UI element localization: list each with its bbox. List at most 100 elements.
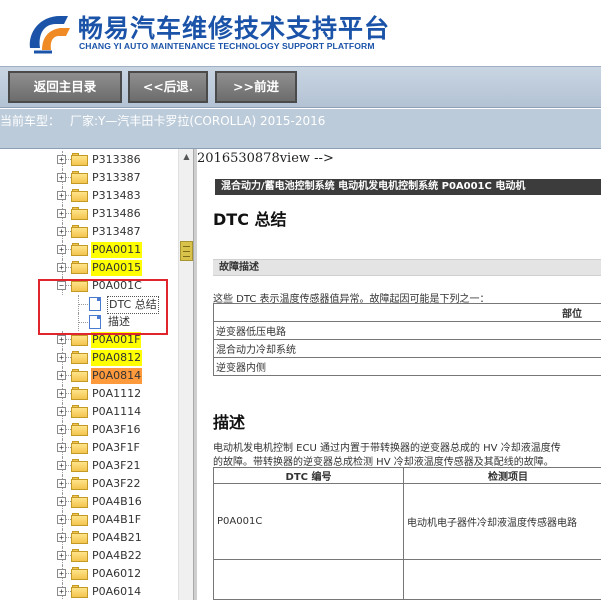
folder-icon	[71, 441, 88, 454]
folder-icon	[71, 531, 88, 544]
expand-icon[interactable]: +	[57, 569, 66, 578]
dtc-tree: + P313386 + P313387 + P313483 + P313486 + P313487…	[0, 149, 178, 600]
tree-item-label[interactable]: P0A3F21	[91, 458, 141, 474]
table-cell	[403, 559, 601, 600]
tree-item[interactable]: + P0A4B1F	[0, 511, 178, 529]
tree-item[interactable]: + P0A1114	[0, 403, 178, 421]
tree-item-label[interactable]: P0A4B1F	[91, 512, 142, 528]
expand-icon[interactable]: +	[57, 479, 66, 488]
tree-item-label[interactable]: P0A3F16	[91, 422, 141, 438]
table-header: 部位	[213, 303, 601, 322]
tree-item-label[interactable]: P0A6014	[91, 584, 142, 600]
dtc-summary-heading: DTC 总结	[213, 210, 287, 229]
tree-item[interactable]: + P0A6014	[0, 583, 178, 600]
page-comment: 2016530878view -->	[197, 151, 334, 166]
folder-icon	[71, 387, 88, 400]
tree-item-label[interactable]: P313483	[91, 188, 142, 204]
tree-item[interactable]: + P313483	[0, 187, 178, 205]
tree-item[interactable]: + P0A3F1F	[0, 439, 178, 457]
table-cell: 逆变器内侧	[213, 357, 601, 376]
back-button[interactable]: <<后退.	[128, 71, 208, 103]
expand-icon[interactable]: +	[57, 389, 66, 398]
scroll-up-icon[interactable]: ▲	[179, 149, 194, 164]
expand-icon[interactable]: +	[57, 209, 66, 218]
expand-icon[interactable]: +	[57, 227, 66, 236]
home-button[interactable]: 返回主目录	[8, 71, 122, 103]
expand-icon[interactable]: +	[57, 173, 66, 182]
table-header: 检测项目	[403, 467, 601, 484]
tree-item-label[interactable]: P0A0015	[91, 260, 143, 276]
tree-item-label[interactable]: P0A6012	[91, 566, 142, 582]
folder-icon	[71, 351, 88, 364]
tree-item[interactable]: + P313486	[0, 205, 178, 223]
expand-icon[interactable]: +	[57, 425, 66, 434]
tree-item[interactable]: + P0A0015	[0, 259, 178, 277]
expand-icon[interactable]: +	[57, 353, 66, 362]
tree-item-label[interactable]: P0A4B22	[91, 548, 143, 564]
tree-item[interactable]: + P313387	[0, 169, 178, 187]
folder-icon	[71, 369, 88, 382]
tree-item-label[interactable]: P0A1114	[91, 404, 142, 420]
tree-item-label[interactable]: P0A3F22	[91, 476, 141, 492]
expand-icon[interactable]: +	[57, 263, 66, 272]
folder-icon	[71, 423, 88, 436]
tree-item-label[interactable]: P313487	[91, 224, 142, 240]
expand-icon[interactable]: +	[57, 407, 66, 416]
table-cell: 逆变器低压电路	[213, 321, 601, 340]
expand-icon[interactable]: +	[57, 443, 66, 452]
tree-item-label[interactable]: P0A3F1F	[91, 440, 141, 456]
tree-item[interactable]: + P0A3F22	[0, 475, 178, 493]
expand-icon[interactable]: +	[57, 371, 66, 380]
tree-item[interactable]: + P0A6012	[0, 565, 178, 583]
tree-item[interactable]: + P313487	[0, 223, 178, 241]
fault-description-bar: 故障描述	[213, 259, 601, 276]
tree-item-label[interactable]: P0A4B21	[91, 530, 143, 546]
folder-icon	[71, 243, 88, 256]
expand-icon[interactable]: +	[57, 461, 66, 470]
tree-item[interactable]: + P0A0011	[0, 241, 178, 259]
scroll-thumb[interactable]	[180, 241, 193, 261]
forward-button[interactable]: >>前进	[215, 71, 297, 103]
folder-icon	[71, 261, 88, 274]
tree-item[interactable]: + P0A4B21	[0, 529, 178, 547]
expand-icon[interactable]: +	[57, 245, 66, 254]
expand-icon[interactable]: +	[57, 551, 66, 560]
expand-icon[interactable]: +	[57, 533, 66, 542]
expand-icon[interactable]: +	[57, 191, 66, 200]
folder-icon	[71, 225, 88, 238]
tree-item[interactable]: + P313386	[0, 151, 178, 169]
selection-highlight-box	[38, 279, 168, 335]
tree-item-label[interactable]: P0A0011	[91, 242, 143, 258]
car-model-label: 当前车型：	[0, 114, 61, 128]
expand-icon[interactable]: +	[57, 587, 66, 596]
description-paragraph-line2: 的故障。带转换器的逆变器总成检测 HV 冷却液温度传感器及其配线的故障。	[213, 457, 554, 468]
tree-item[interactable]: + P0A4B16	[0, 493, 178, 511]
expand-icon[interactable]: +	[57, 497, 66, 506]
fault-location-table: 部位 逆变器低压电路 混合动力冷却系统 逆变器内侧	[213, 303, 601, 376]
tree-item-label[interactable]: P313386	[91, 152, 142, 168]
tree-item-label[interactable]: P0A0814	[91, 368, 143, 384]
expand-icon[interactable]: +	[57, 515, 66, 524]
expand-icon[interactable]: +	[57, 155, 66, 164]
tree-item[interactable]: + P0A3F21	[0, 457, 178, 475]
tree-scrollbar[interactable]: ▲	[178, 149, 193, 600]
tree-item-label[interactable]: P0A1112	[91, 386, 142, 402]
expand-icon[interactable]: +	[57, 335, 66, 344]
table-cell	[213, 559, 404, 600]
tree-item[interactable]: + P0A3F16	[0, 421, 178, 439]
tree-item-label[interactable]: P313387	[91, 170, 142, 186]
breadcrumb: 混合动力/蓄电池控制系统 电动机发电机控制系统 P0A001C 电动机	[215, 179, 601, 195]
table-cell: 混合动力冷却系统	[213, 339, 601, 358]
folder-icon	[71, 513, 88, 526]
folder-icon	[71, 477, 88, 490]
tree-item-label[interactable]: P313486	[91, 206, 142, 222]
folder-icon	[71, 171, 88, 184]
tree-item-label[interactable]: P0A0812	[91, 350, 143, 366]
folder-icon	[71, 585, 88, 598]
tree-item[interactable]: + P0A4B22	[0, 547, 178, 565]
tree-item-label[interactable]: P0A4B16	[91, 494, 143, 510]
tree-item[interactable]: + P0A0812	[0, 349, 178, 367]
tree-item[interactable]: + P0A1112	[0, 385, 178, 403]
table-row: P0A001C 电动机电子器件冷却液温度传感器电路	[213, 483, 601, 560]
tree-item[interactable]: + P0A0814	[0, 367, 178, 385]
